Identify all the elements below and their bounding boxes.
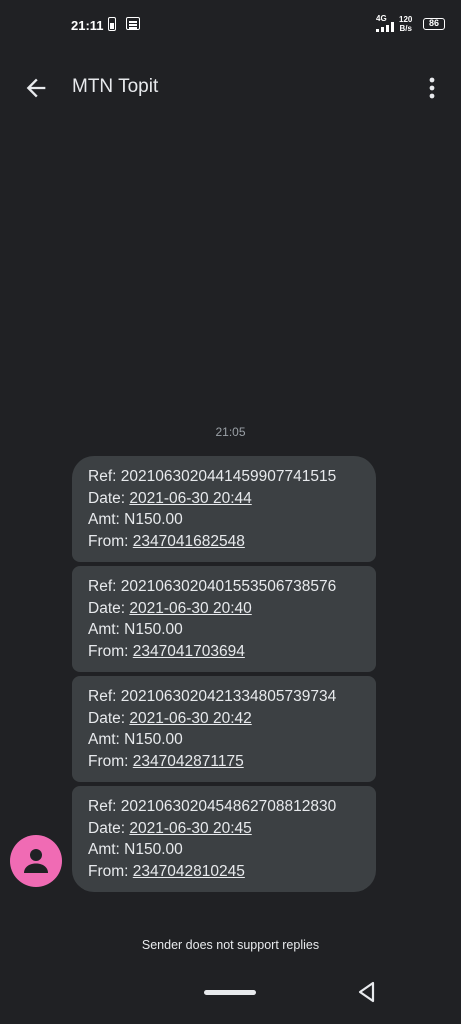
back-arrow-icon[interactable] bbox=[22, 74, 50, 102]
conversation-title: MTN Topit bbox=[72, 76, 159, 97]
message-from: From: 2347042871175 bbox=[88, 751, 362, 773]
message-from: From: 2347041703694 bbox=[88, 641, 362, 663]
ref-label: Ref: bbox=[88, 468, 121, 485]
battery-level: 86 bbox=[423, 18, 445, 30]
status-bar: 21:11 4G 120 B/s 86 bbox=[0, 0, 461, 50]
ref-label: Ref: bbox=[88, 688, 121, 705]
message-bubble[interactable]: Ref: 20210630204548627088128​30 Date: 20… bbox=[72, 786, 376, 892]
network-speed-value: 120 bbox=[399, 15, 413, 24]
message-date: Date: 2021-06-30 20:44 bbox=[88, 488, 362, 510]
ref-number: 20210630204015535067385​76 bbox=[120, 578, 337, 595]
message-from: From: 2347041682548 bbox=[88, 531, 362, 553]
status-time: 21:11 bbox=[71, 18, 104, 33]
app-bar: MTN Topit bbox=[0, 60, 461, 116]
date-label: Date: bbox=[88, 599, 130, 617]
message-date: Date: 2021-06-30 20:45 bbox=[88, 818, 362, 840]
message-amount: Amt: N150.00 bbox=[88, 841, 183, 858]
network-speed-unit: B/s bbox=[399, 24, 412, 33]
network-speed: 120 B/s bbox=[399, 15, 412, 33]
from-label: From: bbox=[88, 862, 133, 880]
message-bubble[interactable]: Ref: 20210630204015535067385​76 Date: 20… bbox=[72, 566, 376, 672]
person-icon bbox=[24, 849, 48, 873]
date-link[interactable]: 2021-06-30 20:45 bbox=[129, 820, 251, 837]
nav-back-icon[interactable] bbox=[355, 980, 379, 1004]
date-label: Date: bbox=[88, 819, 130, 837]
from-label: From: bbox=[88, 752, 133, 770]
message-from: From: 2347042810245 bbox=[88, 861, 362, 883]
ref-label: Ref: bbox=[88, 578, 121, 595]
date-link[interactable]: 2021-06-30 20:44 bbox=[129, 490, 251, 507]
ref-number: 20210630204213348057397​34 bbox=[120, 688, 337, 705]
message-amount: Amt: N150.00 bbox=[88, 731, 183, 748]
message-amount: Amt: N150.00 bbox=[88, 621, 183, 638]
message-ref: Ref: 20210630204213348057397​34 bbox=[88, 686, 362, 708]
battery-saver-icon bbox=[108, 17, 116, 31]
phone-link[interactable]: 2347041703694 bbox=[133, 643, 245, 660]
more-options-icon[interactable] bbox=[420, 74, 444, 102]
message-amount: Amt: N150.00 bbox=[88, 511, 183, 528]
message-ref: Ref: 20210630204548627088128​30 bbox=[88, 796, 362, 818]
home-gesture-bar[interactable] bbox=[204, 990, 256, 995]
from-label: From: bbox=[88, 532, 133, 550]
ref-number: 20210630204548627088128​30 bbox=[120, 798, 337, 815]
signal-icon bbox=[376, 22, 394, 32]
message-date: Date: 2021-06-30 20:40 bbox=[88, 598, 362, 620]
sender-avatar[interactable] bbox=[10, 835, 62, 887]
date-label: Date: bbox=[88, 709, 130, 727]
date-link[interactable]: 2021-06-30 20:40 bbox=[129, 600, 251, 617]
message-bubble[interactable]: Ref: 20210630204213348057397​34 Date: 20… bbox=[72, 676, 376, 782]
message-timestamp: 21:05 bbox=[215, 425, 246, 439]
date-link[interactable]: 2021-06-30 20:42 bbox=[129, 710, 251, 727]
from-label: From: bbox=[88, 642, 133, 660]
notification-news-icon bbox=[126, 17, 140, 30]
message-ref: Ref: 20210630204414599077415​15 bbox=[88, 466, 362, 488]
ref-number: 20210630204414599077415​15 bbox=[120, 468, 337, 485]
message-bubble[interactable]: Ref: 20210630204414599077415​15 Date: 20… bbox=[72, 456, 376, 562]
date-label: Date: bbox=[88, 489, 130, 507]
phone-link[interactable]: 2347041682548 bbox=[133, 533, 245, 550]
ref-label: Ref: bbox=[88, 798, 121, 815]
message-date: Date: 2021-06-30 20:42 bbox=[88, 708, 362, 730]
message-list: Ref: 20210630204414599077415​15 Date: 20… bbox=[72, 456, 376, 896]
phone-link[interactable]: 2347042810245 bbox=[133, 863, 245, 880]
message-ref: Ref: 20210630204015535067385​76 bbox=[88, 576, 362, 598]
phone-link[interactable]: 2347042871175 bbox=[133, 753, 244, 770]
reply-unsupported-notice: Sender does not support replies bbox=[141, 938, 320, 952]
